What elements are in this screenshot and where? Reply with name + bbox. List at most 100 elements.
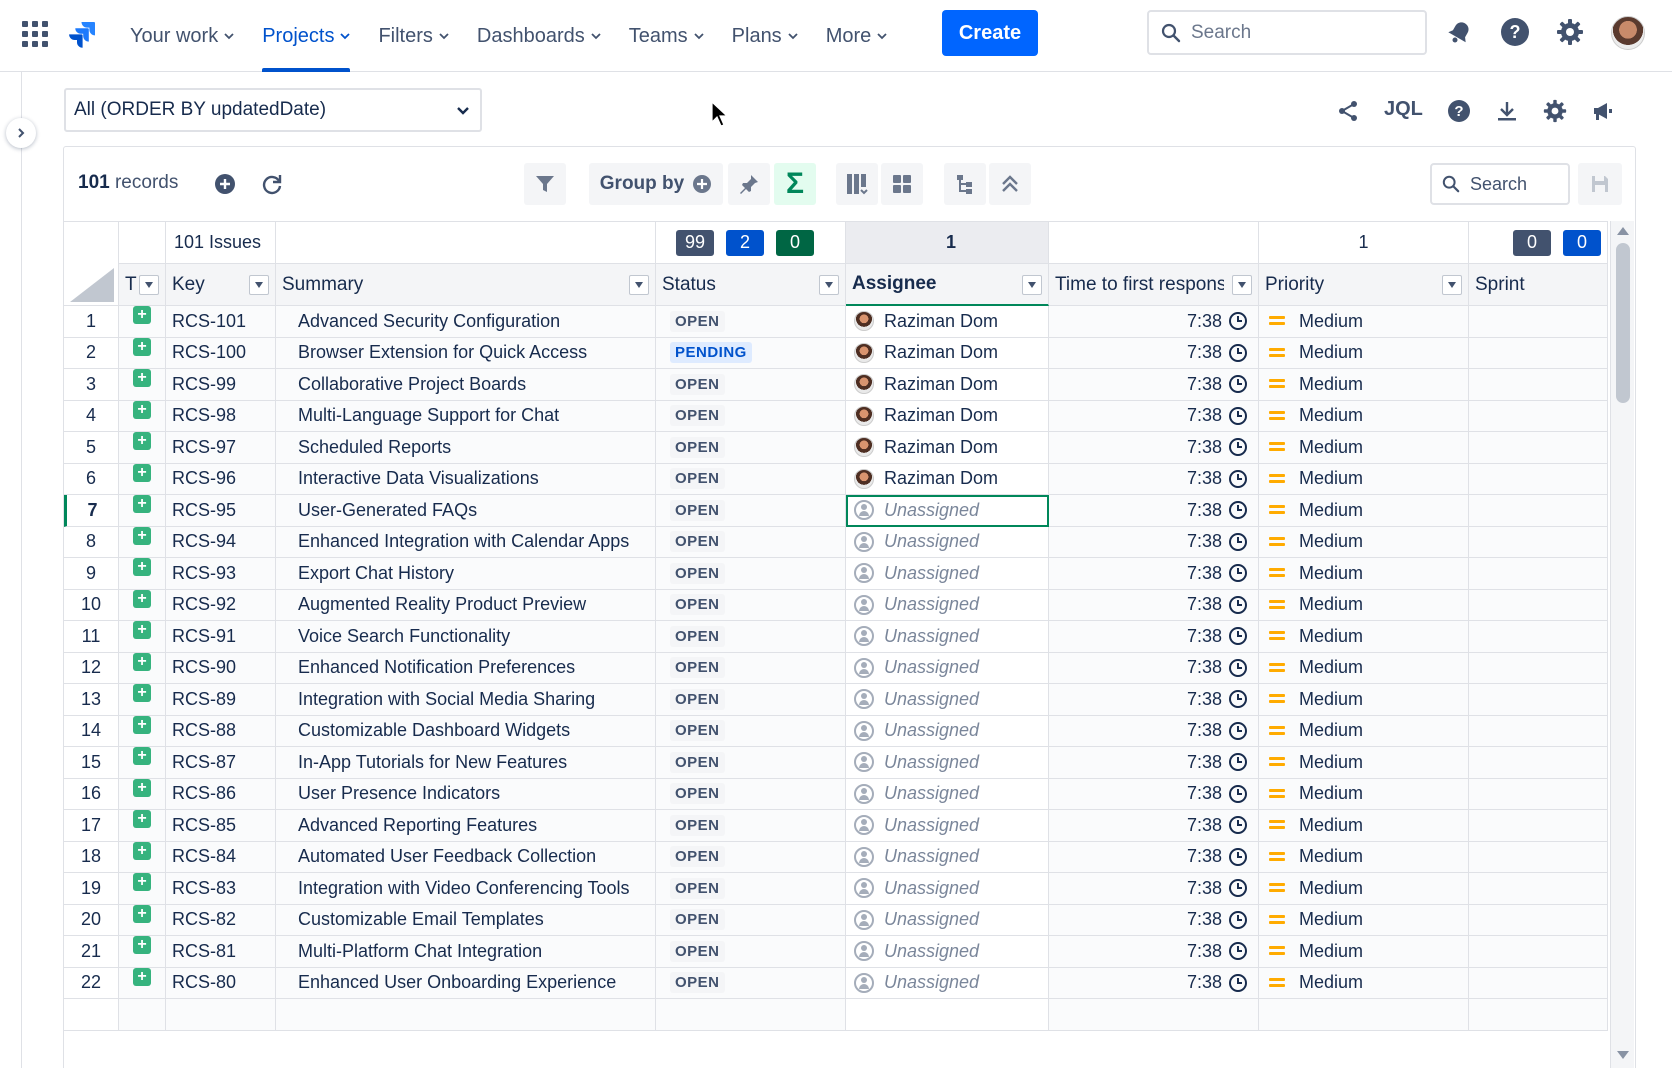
time-to-first-response-cell[interactable]: 7:38 — [1049, 684, 1259, 716]
column-header-sprint[interactable]: Sprint — [1469, 264, 1608, 306]
issue-summary[interactable]: Advanced Security Configuration — [276, 306, 656, 338]
priority-cell[interactable]: Medium — [1259, 621, 1469, 653]
issue-key[interactable]: RCS-87 — [166, 747, 276, 779]
sprint-cell[interactable] — [1469, 684, 1608, 716]
row-number[interactable]: 8 — [64, 526, 119, 558]
column-filter-dropdown[interactable] — [1232, 275, 1252, 295]
priority-cell[interactable]: Medium — [1259, 967, 1469, 999]
sprint-cell[interactable] — [1469, 747, 1608, 779]
table-row[interactable]: 20 + RCS-82 Customizable Email Templates OPE… — [64, 904, 1608, 936]
issue-summary[interactable]: In-App Tutorials for New Features — [276, 747, 656, 779]
sprint-cell[interactable] — [1469, 873, 1608, 905]
row-number[interactable]: 9 — [64, 558, 119, 590]
status-cell[interactable]: OPEN — [656, 778, 846, 810]
user-avatar[interactable] — [1611, 16, 1645, 50]
share-icon[interactable] — [1333, 96, 1363, 126]
priority-cell[interactable]: Medium — [1259, 526, 1469, 558]
assignee-cell[interactable]: Unassigned — [846, 810, 1049, 842]
priority-cell[interactable]: Medium — [1259, 400, 1469, 432]
table-row[interactable]: 17 + RCS-85 Advanced Reporting Features OPEN… — [64, 810, 1608, 842]
time-to-first-response-cell[interactable]: 7:38 — [1049, 306, 1259, 338]
issue-type-cell[interactable]: + — [119, 715, 166, 747]
issue-summary[interactable]: Integration with Video Conferencing Tool… — [276, 873, 656, 905]
hierarchy-button[interactable] — [944, 163, 986, 205]
row-number[interactable]: 17 — [64, 810, 119, 842]
status-cell[interactable]: OPEN — [656, 463, 846, 495]
issue-key[interactable]: RCS-88 — [166, 715, 276, 747]
issue-type-cell[interactable]: + — [119, 558, 166, 590]
priority-cell[interactable]: Medium — [1259, 369, 1469, 401]
sprint-cell[interactable] — [1469, 306, 1608, 338]
status-cell[interactable]: OPEN — [656, 432, 846, 464]
assignee-cell[interactable]: Unassigned — [846, 715, 1049, 747]
status-cell[interactable]: OPEN — [656, 936, 846, 968]
settings-icon[interactable] — [1554, 16, 1586, 48]
priority-cell[interactable]: Medium — [1259, 841, 1469, 873]
issue-key[interactable]: RCS-90 — [166, 652, 276, 684]
table-row[interactable]: 13 + RCS-89 Integration with Social Media S… — [64, 684, 1608, 716]
time-to-first-response-cell[interactable]: 7:38 — [1049, 400, 1259, 432]
issue-key[interactable]: RCS-100 — [166, 337, 276, 369]
time-to-first-response-cell[interactable]: 7:38 — [1049, 432, 1259, 464]
priority-cell[interactable]: Medium — [1259, 652, 1469, 684]
issue-type-cell[interactable]: + — [119, 967, 166, 999]
global-search-input[interactable]: Search — [1147, 10, 1427, 55]
sprint-cell[interactable] — [1469, 715, 1608, 747]
priority-cell[interactable]: Medium — [1259, 463, 1469, 495]
table-row[interactable]: 4 + RCS-98 Multi-Language Support for Chat O… — [64, 400, 1608, 432]
table-row[interactable]: 8 + RCS-94 Enhanced Integration with Calend… — [64, 526, 1608, 558]
issue-summary[interactable]: Customizable Email Templates — [276, 904, 656, 936]
table-row[interactable]: 14 + RCS-88 Customizable Dashboard Widgets O… — [64, 715, 1608, 747]
filter-select[interactable]: All (ORDER BY updatedDate) — [64, 88, 482, 132]
issue-type-cell[interactable]: + — [119, 337, 166, 369]
row-number[interactable]: 16 — [64, 778, 119, 810]
row-number[interactable]: 19 — [64, 873, 119, 905]
count-badge[interactable]: 99 — [676, 229, 714, 256]
row-number[interactable]: 10 — [64, 589, 119, 621]
column-filter-dropdown[interactable] — [819, 275, 839, 295]
issue-summary[interactable]: Integration with Social Media Sharing — [276, 684, 656, 716]
row-number[interactable]: 3 — [64, 369, 119, 401]
issue-type-cell[interactable] — [119, 999, 166, 1031]
refresh-icon[interactable] — [261, 173, 283, 200]
sprint-cell[interactable] — [1469, 495, 1608, 527]
status-cell[interactable]: OPEN — [656, 873, 846, 905]
issue-summary[interactable]: Browser Extension for Quick Access — [276, 337, 656, 369]
sprint-cell[interactable] — [1469, 369, 1608, 401]
status-cell[interactable]: OPEN — [656, 495, 846, 527]
column-header-time[interactable]: Time to first response — [1049, 264, 1259, 306]
issue-type-cell[interactable]: + — [119, 684, 166, 716]
status-cell[interactable]: OPEN — [656, 369, 846, 401]
issue-type-cell[interactable]: + — [119, 621, 166, 653]
row-number[interactable]: 20 — [64, 904, 119, 936]
priority-cell[interactable]: Medium — [1259, 904, 1469, 936]
issue-key[interactable]: RCS-99 — [166, 369, 276, 401]
issue-type-cell[interactable]: + — [119, 778, 166, 810]
row-number[interactable]: 4 — [64, 400, 119, 432]
issue-key[interactable]: RCS-82 — [166, 904, 276, 936]
status-cell[interactable]: OPEN — [656, 400, 846, 432]
row-number[interactable]: 1 — [64, 306, 119, 338]
table-row[interactable]: 18 + RCS-84 Automated User Feedback Collect… — [64, 841, 1608, 873]
table-row[interactable]: 21 + RCS-81 Multi-Platform Chat Integration… — [64, 936, 1608, 968]
column-header-summary[interactable]: Summary — [276, 264, 656, 306]
assignee-cell[interactable]: Raziman Dom — [846, 432, 1049, 464]
assignee-cell[interactable]: Raziman Dom — [846, 306, 1049, 338]
scroll-up-icon[interactable] — [1617, 227, 1629, 235]
assignee-cell[interactable]: Unassigned — [846, 967, 1049, 999]
priority-cell[interactable]: Medium — [1259, 747, 1469, 779]
issue-key[interactable]: RCS-96 — [166, 463, 276, 495]
status-cell[interactable]: OPEN — [656, 747, 846, 779]
time-to-first-response-cell[interactable]: 7:38 — [1049, 778, 1259, 810]
table-row[interactable]: 5 + RCS-97 Scheduled Reports OPEN Raziman Dom… — [64, 432, 1608, 464]
issue-type-cell[interactable]: + — [119, 589, 166, 621]
row-number[interactable]: 13 — [64, 684, 119, 716]
sprint-cell[interactable] — [1469, 621, 1608, 653]
issue-type-cell[interactable]: + — [119, 841, 166, 873]
status-cell[interactable]: OPEN — [656, 306, 846, 338]
collapse-all-button[interactable] — [989, 163, 1031, 205]
column-filter-dropdown[interactable] — [139, 275, 159, 295]
issue-type-cell[interactable]: + — [119, 306, 166, 338]
status-cell[interactable]: OPEN — [656, 810, 846, 842]
issue-summary[interactable]: Enhanced Integration with Calendar Apps — [276, 526, 656, 558]
